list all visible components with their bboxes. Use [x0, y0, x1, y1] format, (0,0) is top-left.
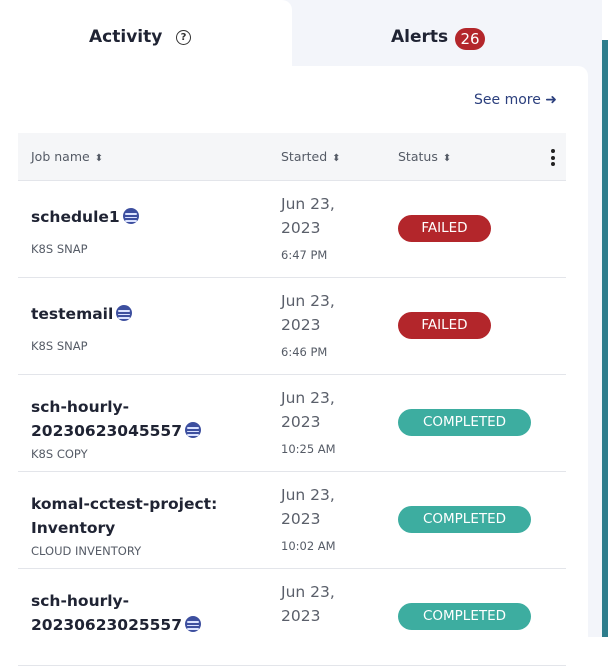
arrow-right-icon: ➜ — [545, 92, 558, 108]
snap-icon — [185, 616, 201, 632]
started-date: Jun 23, 2023 — [281, 583, 335, 625]
tab-activity-label: Activity — [89, 27, 163, 47]
scrollbar-track[interactable] — [602, 0, 608, 637]
started-date: Jun 23, 2023 — [281, 389, 335, 431]
sort-icon[interactable]: ⬍ — [443, 153, 451, 164]
sort-icon[interactable]: ⬍ — [332, 153, 340, 164]
table-header: Job name ⬍ Started ⬍ Status ⬍ — [18, 133, 566, 181]
status-badge: COMPLETED — [398, 603, 531, 630]
column-header-label: Status — [398, 149, 438, 164]
started-time: 10:02 AM — [281, 539, 336, 553]
snap-icon — [116, 305, 133, 321]
table-row[interactable]: testemail K8S SNAP Jun 23, 2023 6:46 PM FAIL… — [18, 278, 566, 375]
status-badge: COMPLETED — [398, 409, 531, 436]
column-header-status[interactable]: Status ⬍ — [398, 149, 451, 164]
started-date: Jun 23, 2023 — [281, 486, 335, 528]
job-name-text: schedule1 — [31, 208, 120, 226]
see-more-link[interactable]: See more ➜ — [474, 92, 557, 108]
job-name-text: sch-hourly-20230623045557 — [31, 398, 182, 440]
job-type: K8S SNAP — [31, 242, 88, 256]
job-type: K8S SNAP — [31, 339, 88, 353]
job-name-text: sch-hourly-20230623025557 — [31, 592, 182, 634]
alerts-count-badge: 26 — [455, 28, 485, 50]
column-header-started[interactable]: Started ⬍ — [281, 149, 341, 164]
job-name-text: testemail — [31, 305, 114, 323]
table-row[interactable]: sch-hourly-20230623045557 K8S COPY Jun 23,… — [18, 375, 566, 472]
job-name[interactable]: sch-hourly-20230623025557 — [31, 589, 261, 637]
column-header-label: Job name — [31, 149, 90, 164]
job-name[interactable]: sch-hourly-20230623045557 — [31, 395, 261, 443]
job-name[interactable]: schedule1 — [31, 205, 261, 229]
job-name[interactable]: testemail — [31, 302, 261, 326]
job-name-text: komal-cctest-project: Inventory — [31, 495, 218, 537]
help-icon[interactable]: ? — [176, 30, 191, 45]
sort-icon[interactable]: ⬍ — [95, 153, 103, 164]
snap-icon — [185, 422, 201, 438]
started-time: 6:47 PM — [281, 248, 328, 262]
job-type: CLOUD INVENTORY — [31, 544, 142, 558]
started-date: Jun 23, 2023 — [281, 292, 335, 334]
started-time: 10:25 AM — [281, 442, 336, 456]
see-more-label: See more — [474, 92, 541, 108]
table-row[interactable]: komal-cctest-project: Inventory CLOUD INV… — [18, 472, 566, 569]
job-type: K8S COPY — [31, 447, 88, 461]
job-name[interactable]: komal-cctest-project: Inventory — [31, 492, 261, 540]
status-badge: COMPLETED — [398, 506, 531, 533]
started-date: Jun 23, 2023 — [281, 195, 335, 237]
column-header-job-name[interactable]: Job name ⬍ — [31, 149, 103, 164]
column-header-label: Started — [281, 149, 328, 164]
tab-alerts-label: Alerts — [391, 27, 449, 47]
more-options-icon[interactable] — [551, 149, 555, 169]
snap-icon — [122, 208, 139, 224]
table-row[interactable]: sch-hourly-20230623025557 Jun 23, 2023 COM… — [18, 569, 566, 666]
status-badge: FAILED — [398, 215, 491, 242]
table-row[interactable]: schedule1 K8S SNAP Jun 23, 2023 6:47 PM FAIL… — [18, 181, 566, 278]
scrollbar-gap — [602, 0, 608, 40]
started-time: 6:46 PM — [281, 345, 328, 359]
status-badge: FAILED — [398, 312, 491, 339]
